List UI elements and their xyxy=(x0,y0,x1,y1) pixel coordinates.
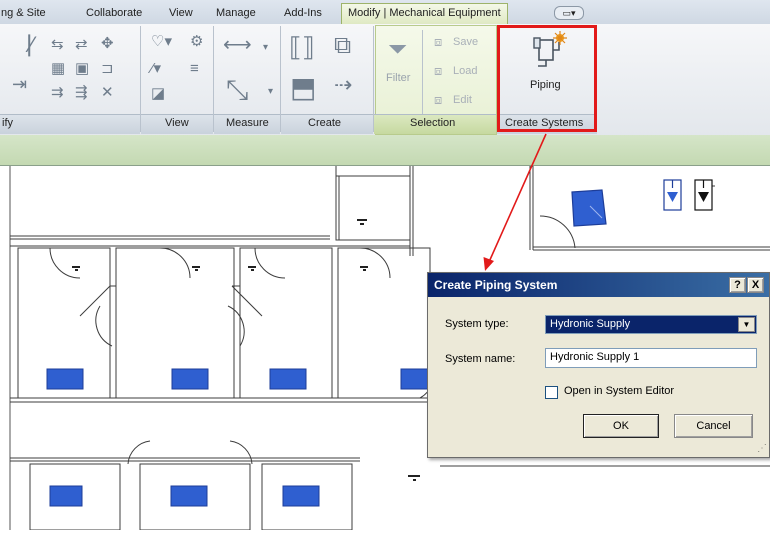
dialog-title-bar[interactable]: Create Piping System ? X xyxy=(428,273,769,297)
resize-grip-icon[interactable]: ⋰ xyxy=(757,443,767,454)
system-type-value: Hydronic Supply xyxy=(550,318,631,330)
close-button[interactable]: X xyxy=(747,277,764,293)
system-type-label: System type: xyxy=(445,318,509,330)
system-name-value: Hydronic Supply 1 xyxy=(550,351,640,363)
system-type-select[interactable]: Hydronic Supply ▼ xyxy=(545,315,757,334)
open-system-editor-label[interactable]: Open in System Editor xyxy=(564,385,674,397)
dropdown-arrow-icon[interactable]: ▼ xyxy=(738,317,755,332)
cancel-button[interactable]: Cancel xyxy=(674,414,753,438)
create-piping-system-dialog: Create Piping System ? X System type: Hy… xyxy=(427,272,770,458)
ok-button[interactable]: OK xyxy=(583,414,659,438)
system-name-label: System name: xyxy=(445,353,516,365)
dialog-title: Create Piping System xyxy=(434,278,558,292)
help-button[interactable]: ? xyxy=(729,277,746,293)
open-system-editor-checkbox[interactable] xyxy=(545,386,558,399)
system-name-field[interactable]: Hydronic Supply 1 xyxy=(545,348,757,368)
